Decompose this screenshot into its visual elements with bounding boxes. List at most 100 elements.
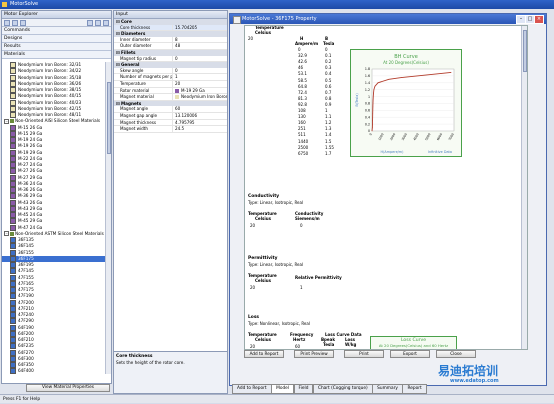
property-value[interactable]: 20: [172, 80, 227, 87]
bh-b-value: 1.7: [325, 150, 332, 156]
report-scrollbar[interactable]: [521, 26, 527, 349]
material-icon: [10, 93, 16, 100]
properties-icon[interactable]: [95, 20, 101, 26]
tab-report[interactable]: Report: [402, 384, 427, 394]
open-icon[interactable]: [12, 20, 18, 26]
chart-subtitle: At 20 Degrees(Celsius): [383, 60, 429, 65]
property-value[interactable]: 24.5: [172, 126, 227, 132]
close-icon[interactable]: [103, 20, 109, 26]
conductivity-type: Type: Linear, Isotropic, Real: [248, 200, 304, 205]
property-value-text: 1: [175, 74, 178, 80]
property-row[interactable]: Temperature 20: [114, 80, 227, 88]
property-name: Core thickness: [120, 24, 151, 30]
property-row[interactable]: Magnet gap angle 13.120006: [114, 112, 227, 120]
collapse-icon[interactable]: −: [4, 231, 9, 237]
close-icon[interactable]: ×: [534, 15, 544, 24]
y-tick-label: 0.4: [365, 115, 370, 119]
conductivity-col-celsius: Celsius: [255, 216, 271, 221]
property-value[interactable]: 15.704205: [172, 24, 227, 31]
bh-b-value: 0.7: [325, 89, 332, 95]
bh-data-point: [372, 113, 374, 115]
material-icon: [10, 255, 16, 262]
property-value-text: 0: [175, 67, 178, 73]
folder-icon: [10, 119, 14, 124]
material-icon: [10, 80, 16, 87]
property-value[interactable]: 48: [172, 43, 227, 49]
property-name: Temperature: [120, 80, 146, 86]
tab-chart-cogging-torque[interactable]: Chart (Cogging torque): [312, 384, 373, 394]
property-name: Magnet tip radius: [120, 55, 156, 61]
property-value[interactable]: Neodymium Iron Boron: [172, 94, 227, 100]
refresh-icon[interactable]: [87, 20, 93, 26]
property-row[interactable]: Magnet material Neodymium Iron Boron: [114, 94, 227, 101]
tree-scrollbar[interactable]: [105, 62, 111, 374]
collapse-icon[interactable]: −: [4, 118, 9, 124]
property-value[interactable]: 8: [172, 36, 227, 43]
material-icon: [10, 130, 16, 137]
property-row[interactable]: Core thickness 15.704205: [114, 24, 227, 32]
nav-commands[interactable]: Commands: [2, 27, 111, 35]
add-to-report-button[interactable]: Add to Report: [244, 350, 284, 358]
bh-col-celsius: Celsius: [255, 30, 271, 35]
bh-data-point: [373, 89, 375, 91]
tab-field[interactable]: Field: [293, 384, 314, 394]
print-button[interactable]: Print: [344, 350, 384, 358]
property-row[interactable]: Magnet thickness 4.795795: [114, 119, 227, 127]
property-name: Magnet material: [120, 94, 154, 100]
tree-item-label: Non-Oriented AISI Silicon Steel Material…: [15, 118, 101, 124]
property-value[interactable]: 4.795795: [172, 119, 227, 126]
property-value[interactable]: 0: [172, 55, 227, 62]
property-row[interactable]: Rotor material M-19 29 Ga: [114, 87, 227, 95]
nav-results[interactable]: Results: [2, 43, 111, 51]
material-icon: [10, 218, 16, 225]
report-scrollbar-thumb[interactable]: [522, 30, 527, 72]
tree-scrollbar-thumb[interactable]: [106, 82, 111, 154]
tab-summary[interactable]: Summary: [372, 384, 403, 394]
bh-h-value: 6750: [298, 150, 309, 156]
new-icon[interactable]: [4, 20, 10, 26]
property-row[interactable]: Inner diameter 8: [114, 36, 227, 44]
app-window: MotorSolve Motor Explorer Commands Design…: [0, 0, 554, 403]
property-name: Magnet thickness: [120, 119, 156, 125]
print-preview-button[interactable]: Print Preview: [294, 350, 334, 358]
property-value[interactable]: 13.120006: [172, 112, 227, 119]
tree-item-label: Neodymium Iron Boron: 40/15: [18, 93, 82, 99]
property-name: Inner diameter: [120, 36, 151, 42]
save-icon[interactable]: [20, 20, 26, 26]
input-header: Input: [114, 11, 227, 19]
tree-item-label: 47F155: [18, 274, 34, 280]
property-row[interactable]: Magnet width 24.5: [114, 126, 227, 133]
bh-b-value: 0.1: [325, 53, 332, 59]
property-name: Number of magnets per pole: [120, 74, 172, 80]
material-icon: [10, 162, 16, 168]
property-value[interactable]: 0: [172, 67, 227, 74]
material-icon: [10, 205, 16, 212]
property-value[interactable]: 60: [172, 106, 227, 112]
property-row[interactable]: Skew angle 0: [114, 67, 227, 75]
property-row[interactable]: Number of magnets per pole1: [114, 74, 227, 81]
property-value[interactable]: 1: [172, 74, 227, 80]
property-row[interactable]: Magnet tip radius 0: [114, 55, 227, 63]
tree-item[interactable]: 64F400: [2, 368, 111, 374]
material-icon: [10, 349, 16, 356]
property-value-text: 13.120006: [175, 112, 198, 118]
property-value[interactable]: M-19 29 Ga: [172, 87, 227, 94]
tree-item-label: 36F135: [18, 237, 34, 242]
bh-data-point: [372, 120, 373, 122]
tree-item-label: M-27 29 Ga: [18, 174, 43, 180]
close-button[interactable]: Close: [436, 350, 476, 358]
material-icon: [10, 237, 16, 243]
tree-item-label: Neodymium Iron Boron: 34/22: [18, 68, 82, 74]
loss-col-hertz: Hertz: [293, 337, 306, 342]
property-row[interactable]: Magnet angle 60: [114, 106, 227, 113]
material-icon: [10, 105, 16, 112]
tab-add-to-report[interactable]: Add to Report: [232, 384, 272, 394]
bh-b-value: 0.8: [325, 95, 332, 101]
property-row[interactable]: Outer diameter 48: [114, 43, 227, 50]
tab-model[interactable]: Model: [271, 384, 295, 394]
nav-designs[interactable]: Designs: [2, 35, 111, 43]
dialog-icon: [233, 16, 241, 24]
view-material-properties-button[interactable]: View Material Properties: [26, 384, 110, 392]
nav-materials[interactable]: Materials: [2, 51, 111, 59]
export-button[interactable]: Export: [390, 350, 430, 358]
